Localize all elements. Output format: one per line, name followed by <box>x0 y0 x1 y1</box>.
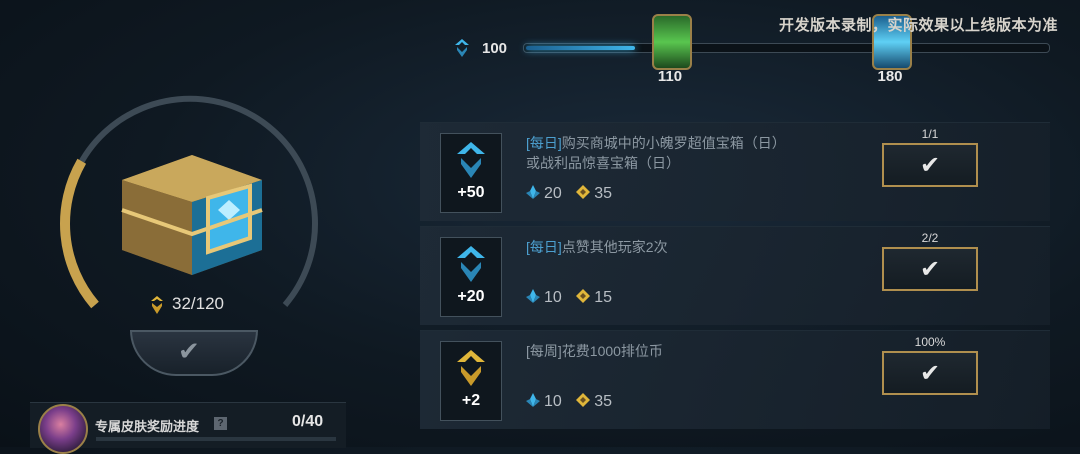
task-title: [每日]购买商城中的小魄罗超值宝箱（日） 或战利品惊喜宝箱（日） <box>526 135 786 171</box>
milestone-reward-110[interactable] <box>642 12 698 70</box>
gold-token-icon <box>576 185 591 199</box>
task-points-badge: +50 <box>440 133 502 213</box>
checkmark-icon: ✔ <box>919 360 941 387</box>
task-progress: 2/2 <box>921 231 939 245</box>
task-complete-button[interactable]: ✔ <box>882 143 978 187</box>
gold-token-icon <box>576 393 591 407</box>
track-current-value: 100 <box>482 40 508 57</box>
blue-essence-icon <box>526 393 540 407</box>
task-row: +50 [每日]购买商城中的小魄罗超值宝箱（日） 或战利品惊喜宝箱（日） 20 … <box>420 122 1050 221</box>
task-points: +2 <box>461 392 481 409</box>
checkmark-icon: ✔ <box>178 336 200 366</box>
treasure-chest-icon <box>121 155 263 275</box>
gold-token-icon <box>151 296 163 314</box>
checkmark-icon: ✔ <box>919 256 941 283</box>
checkmark-icon: ✔ <box>919 152 941 179</box>
task-title: [每日]点赞其他玩家2次 <box>526 239 668 255</box>
task-rewards: 20 35 <box>526 185 622 203</box>
milestone-label-180: 180 <box>877 68 903 85</box>
gold-token-icon <box>576 289 591 303</box>
task-complete-button[interactable]: ✔ <box>882 247 978 291</box>
task-points-badge: +2 <box>440 341 502 421</box>
task-rewards: 10 15 <box>526 289 622 307</box>
dev-recording-watermark: 开发版本录制，实际效果以上线版本为准 <box>778 17 1058 34</box>
task-complete-button[interactable]: ✔ <box>882 351 978 395</box>
task-progress: 100% <box>914 335 946 349</box>
gold-token-icon <box>457 350 485 386</box>
chest-score: 32/120 <box>172 294 224 313</box>
task-points: +20 <box>457 288 485 305</box>
essence-icon <box>457 142 485 178</box>
essence-icon <box>455 39 469 57</box>
task-title: [每周]花费1000排位币 <box>526 343 663 359</box>
milestone-label-110: 110 <box>657 68 683 85</box>
task-row: +2 [每周]花费1000排位币 10 35 100% ✔ <box>420 330 1050 429</box>
task-row: +20 [每日]点赞其他玩家2次 10 15 2/2 ✔ <box>420 226 1050 325</box>
task-progress: 1/1 <box>921 127 939 141</box>
skin-reward-count: 0/40 <box>292 413 324 430</box>
help-icon[interactable]: ? <box>214 417 227 430</box>
blue-essence-icon <box>526 289 540 303</box>
task-points: +50 <box>457 184 485 201</box>
essence-icon <box>457 246 485 282</box>
milestone-track-fill <box>526 46 635 50</box>
skin-reward-label: 专属皮肤奖励进度 <box>95 419 200 434</box>
task-rewards: 10 35 <box>526 393 622 411</box>
task-points-badge: +20 <box>440 237 502 317</box>
skin-reward-progress <box>96 437 336 441</box>
blue-essence-icon <box>526 185 540 199</box>
